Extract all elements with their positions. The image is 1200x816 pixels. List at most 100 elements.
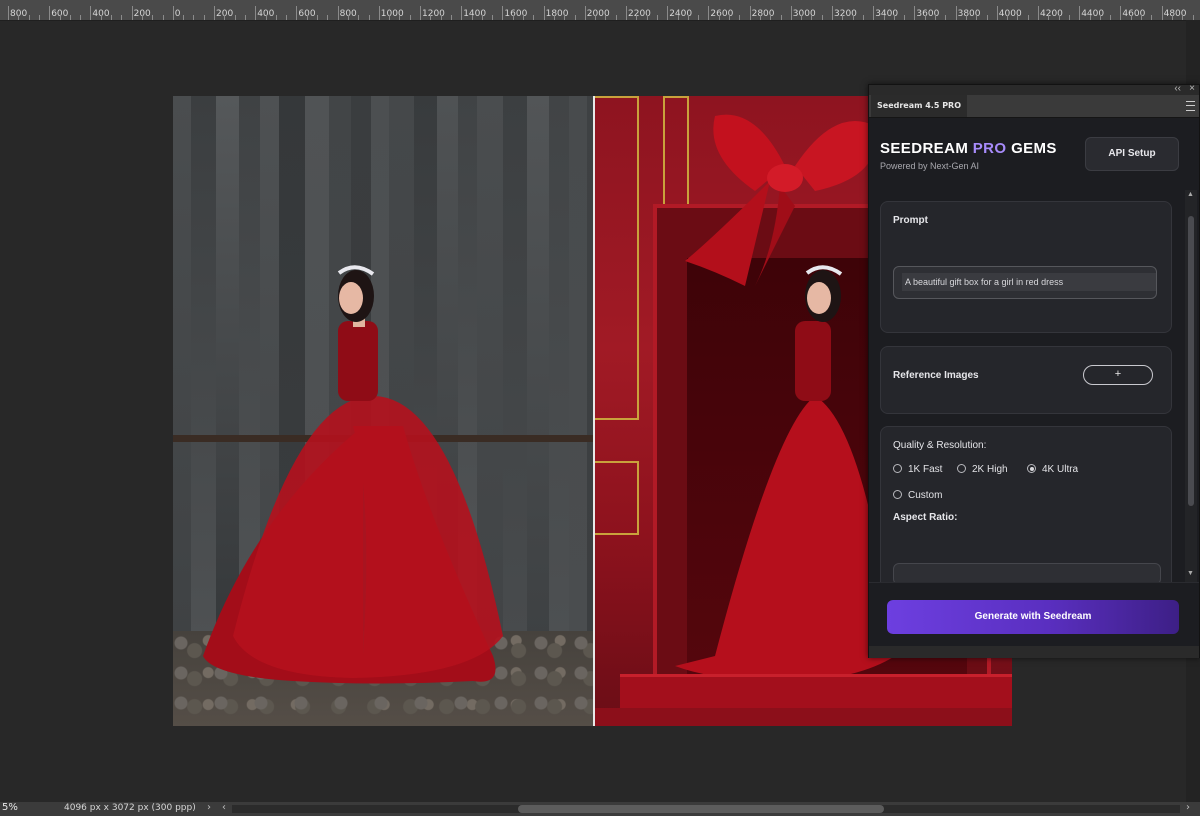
- reference-images-title: Reference Images: [893, 370, 979, 381]
- ruler-minor-tick: [1182, 15, 1184, 20]
- ruler-tick: [214, 6, 215, 20]
- ruler-minor-tick: [193, 15, 195, 20]
- ruler-minor-tick: [430, 15, 432, 20]
- radio-custom[interactable]: Custom: [893, 490, 942, 501]
- scroll-right-icon[interactable]: ›: [1186, 802, 1190, 813]
- ruler-minor-tick: [595, 15, 597, 20]
- horizontal-scroll-thumb[interactable]: [518, 805, 884, 813]
- scroll-left-icon[interactable]: ‹: [222, 802, 226, 813]
- prompt-title: Prompt: [893, 215, 928, 226]
- ruler-minor-tick: [935, 15, 936, 20]
- ruler-minor-tick: [286, 15, 288, 20]
- ruler-minor-tick: [275, 15, 277, 20]
- prompt-field[interactable]: [893, 266, 1157, 299]
- close-icon[interactable]: ×: [1189, 83, 1195, 94]
- ruler-minor-tick: [80, 15, 82, 20]
- ruler-tick: [296, 6, 298, 20]
- ruler-minor-tick: [1130, 15, 1132, 20]
- ruler-minor-tick: [317, 15, 318, 20]
- radio-dot[interactable]: [893, 490, 902, 499]
- panel-scrollbar[interactable]: ▲ ▼: [1185, 190, 1197, 582]
- panel-tabbar: Seedream 4.5 PRO: [869, 95, 1199, 118]
- ruler-tick: [90, 6, 92, 20]
- radio-dot[interactable]: [957, 464, 966, 473]
- ruler-tick: [1079, 6, 1081, 20]
- ruler-minor-tick: [389, 15, 391, 20]
- ruler-tick: [543, 6, 545, 20]
- ruler-minor-tick: [533, 15, 535, 20]
- panel-header: SEEDREAM PRO GEMS Powered by Next-Gen AI…: [869, 118, 1199, 190]
- ruler-tick: [873, 6, 875, 20]
- scroll-up-icon[interactable]: ▲: [1187, 191, 1194, 198]
- ruler-minor-tick: [111, 15, 112, 20]
- ruler-minor-tick: [244, 15, 246, 20]
- ruler-tick: [420, 6, 421, 20]
- document-dimensions: 4096 px x 3072 px (300 ppp): [64, 803, 196, 813]
- radio-2k-high[interactable]: 2K High: [957, 464, 1008, 475]
- generate-button[interactable]: Generate with Seedream: [887, 600, 1179, 634]
- ruler-minor-tick: [265, 15, 267, 20]
- ruler-minor-tick: [1027, 15, 1029, 20]
- add-reference-button[interactable]: +: [1083, 365, 1153, 385]
- reference-images-card: Reference Images +: [880, 346, 1172, 414]
- ruler-minor-tick: [852, 15, 854, 20]
- ruler-minor-tick: [152, 15, 154, 20]
- api-setup-button[interactable]: API Setup: [1085, 137, 1179, 171]
- quality-title: Quality & Resolution:: [893, 440, 987, 451]
- ruler-tick: [131, 6, 133, 20]
- panel-menu-icon[interactable]: [1186, 101, 1195, 111]
- ruler-minor-tick: [698, 15, 700, 20]
- girl-figure-left: [203, 265, 503, 684]
- ruler-minor-tick: [718, 15, 720, 20]
- ruler-tick: [49, 6, 51, 20]
- ruler-tick: [1120, 6, 1122, 20]
- collapse-icon[interactable]: ‹‹: [1174, 83, 1181, 94]
- ruler-minor-tick: [471, 15, 473, 20]
- ruler-minor-tick: [739, 15, 741, 20]
- ruler-tick: [1161, 6, 1163, 20]
- red-floor: [595, 708, 1012, 726]
- aspect-ratio-select[interactable]: [893, 563, 1161, 582]
- status-expand-icon[interactable]: ›: [207, 802, 211, 813]
- radio-4k-ultra[interactable]: 4K Ultra: [1027, 464, 1078, 475]
- canvas-image-original: [173, 96, 593, 726]
- ruler-minor-tick: [811, 15, 813, 20]
- ruler-tick: [255, 6, 257, 20]
- ruler-minor-tick: [1141, 15, 1142, 20]
- ruler-minor-tick: [512, 15, 514, 20]
- ruler-minor-tick: [28, 15, 30, 20]
- ruler-minor-tick: [636, 15, 638, 20]
- zoom-level[interactable]: 5%: [2, 802, 18, 813]
- brand-subtitle: Powered by Next-Gen AI: [880, 161, 980, 171]
- quality-card: Quality & Resolution: 1K Fast 2K High 4K…: [880, 426, 1172, 582]
- ruler-minor-tick: [234, 15, 236, 20]
- ruler-tick: [832, 6, 833, 20]
- ruler-minor-tick: [976, 15, 978, 20]
- ruler-minor-tick: [18, 15, 20, 20]
- ruler-minor-tick: [945, 15, 947, 20]
- ruler-minor-tick: [759, 15, 761, 20]
- ruler-minor-tick: [1089, 15, 1091, 20]
- ruler-minor-tick: [183, 15, 185, 20]
- ruler-tick: [626, 6, 627, 20]
- ruler-minor-tick: [523, 15, 524, 20]
- radio-dot-selected[interactable]: [1027, 464, 1036, 473]
- ruler-minor-tick: [69, 15, 71, 20]
- radio-dot[interactable]: [893, 464, 902, 473]
- panel-scroll-thumb[interactable]: [1188, 216, 1194, 506]
- ruler-minor-tick: [450, 15, 452, 20]
- ruler-minor-tick: [306, 15, 308, 20]
- ruler-minor-tick: [347, 15, 349, 20]
- ruler-minor-tick: [924, 15, 926, 20]
- ruler-minor-tick: [1110, 15, 1112, 20]
- ruler-minor-tick: [1058, 15, 1060, 20]
- radio-1k-fast[interactable]: 1K Fast: [893, 464, 942, 475]
- ruler-minor-tick: [481, 15, 483, 20]
- ruler-minor-tick: [904, 15, 906, 20]
- horizontal-ruler: 800 600 400 200 0 200 400 600 800 1000 1200 1400 160…: [0, 0, 1200, 21]
- prompt-input[interactable]: [902, 273, 1156, 291]
- tab-seedream[interactable]: Seedream 4.5 PRO: [871, 95, 968, 117]
- settings-scroll-area[interactable]: Prompt Reference Images + Quality & Reso…: [869, 190, 1185, 582]
- scroll-down-icon[interactable]: ▼: [1187, 570, 1194, 577]
- ruler-tick: [584, 6, 586, 20]
